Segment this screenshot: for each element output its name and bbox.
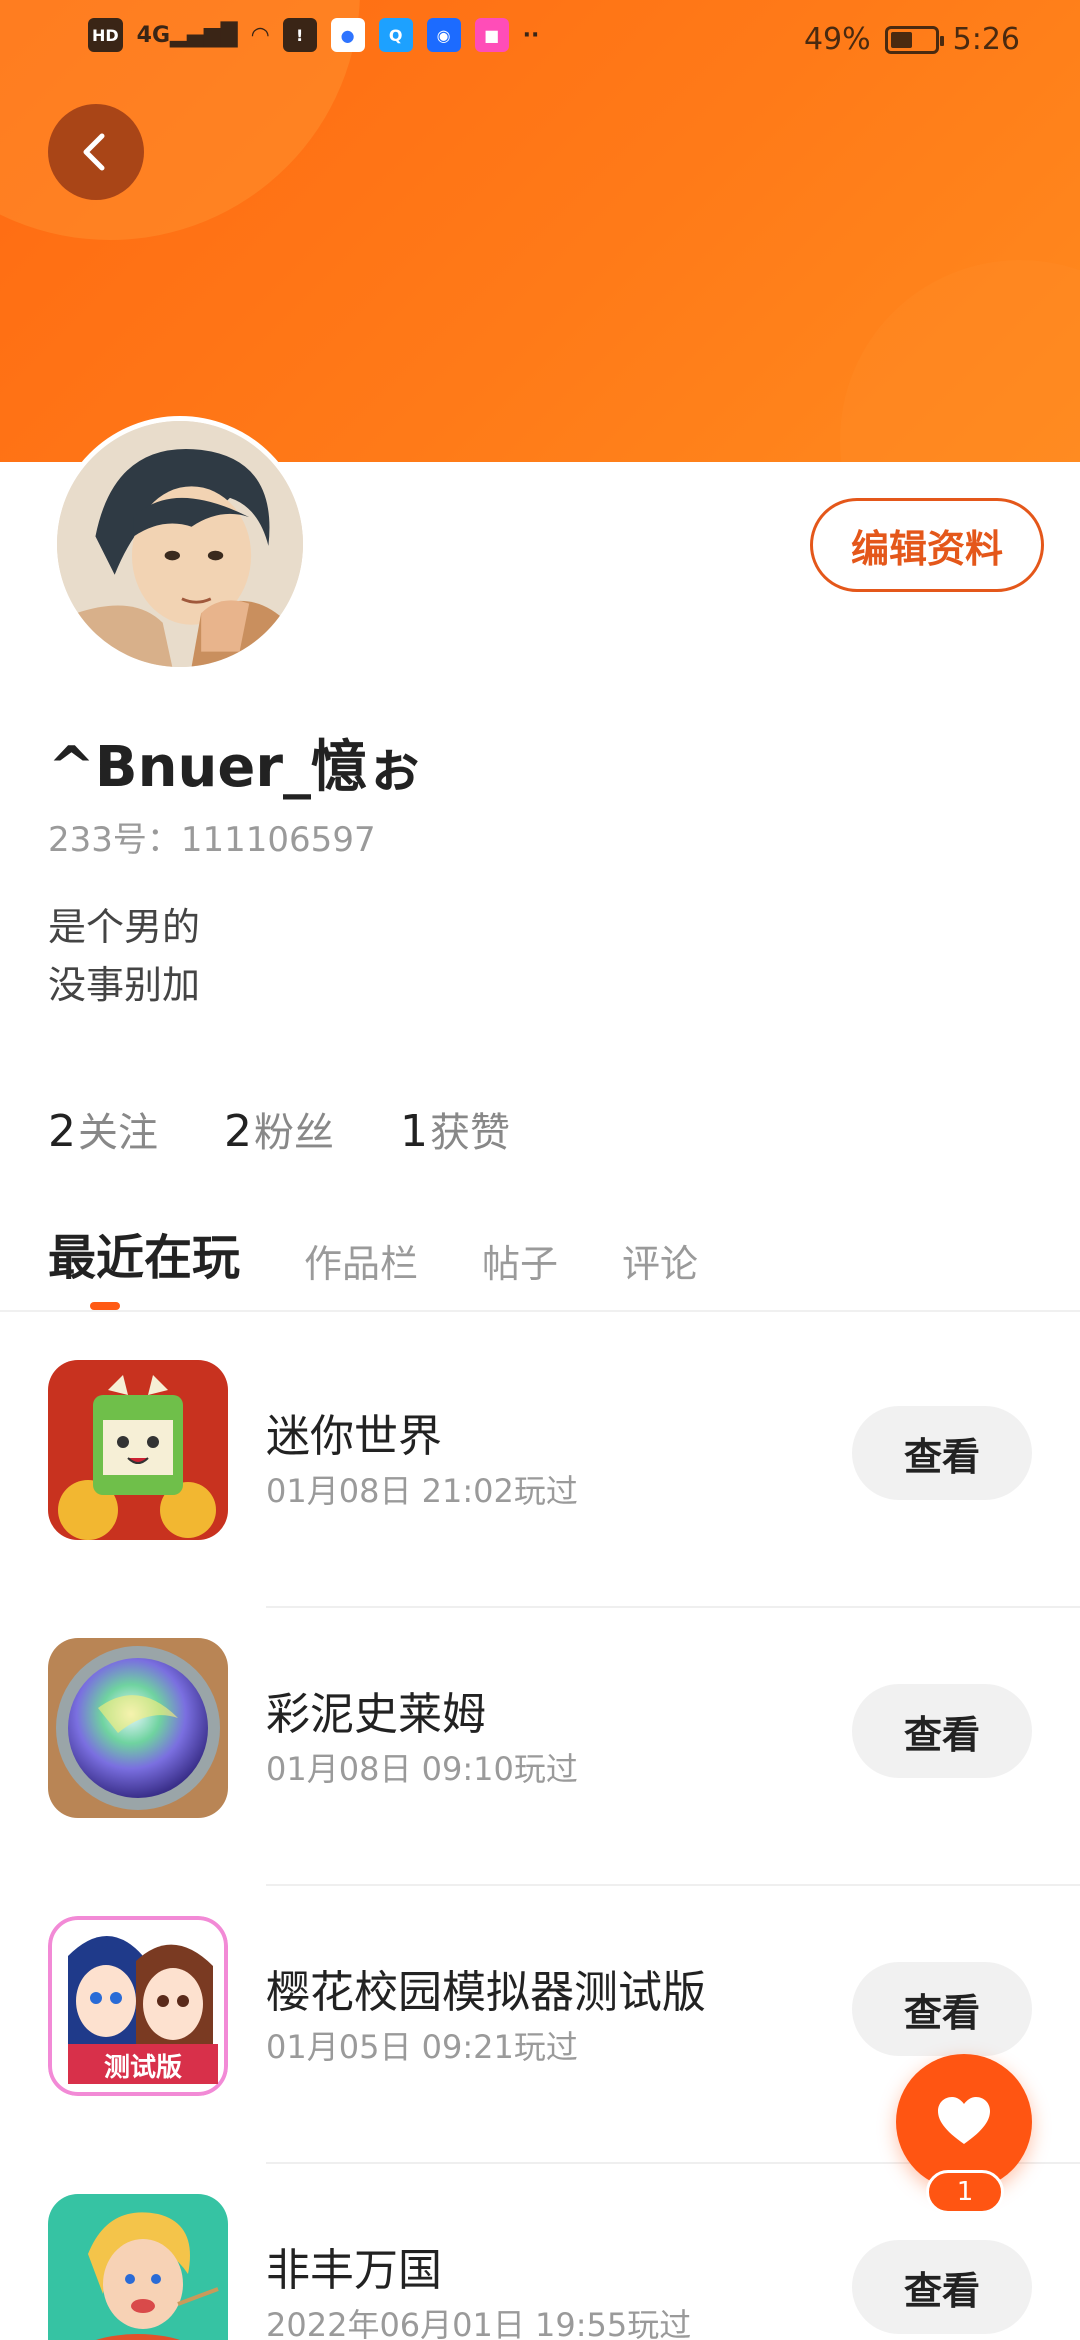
status-bar: HD 4G▂▄▆█ ◠ ! ● Q ◉ ■ ·· 49% 5:26 (0, 0, 1080, 80)
chevron-left-icon (83, 133, 105, 171)
battery-icon (884, 25, 944, 54)
game-name: 非丰万国 (266, 2245, 442, 2296)
user-id: 233号：111106597 (48, 820, 376, 860)
view-button[interactable]: 查看 (852, 1406, 1032, 1500)
back-button[interactable] (48, 104, 144, 200)
signal-icon: 4G▂▄▆█ (136, 22, 238, 48)
list-item[interactable]: 彩泥史莱姆 01月08日 09:10玩过 查看 (0, 1608, 1080, 1886)
following-stat[interactable]: 2关注 (48, 1100, 158, 1158)
view-button[interactable]: 查看 (852, 2240, 1032, 2334)
bio: 是个男的 没事别加 (48, 898, 200, 1014)
game-name: 迷你世界 (266, 1411, 442, 1462)
more-notifications-icon: ·· (522, 22, 540, 48)
username: ^Bnuer_憶ぉ (48, 735, 423, 800)
divider (0, 1310, 1080, 1312)
status-icons-right: 49% 5:26 (804, 22, 1020, 57)
bulb-app-icon: ◉ (426, 18, 461, 52)
cooking-game-icon (48, 2194, 228, 2340)
followers-stat[interactable]: 2粉丝 (224, 1100, 334, 1158)
recently-played-list: 迷你世界 01月08日 21:02玩过 查看 彩泥史莱姆 01月08日 09:1… (0, 1330, 1080, 2340)
tab-works[interactable]: 作品栏 (304, 1233, 418, 1288)
profile-tabs: 最近在玩 作品栏 帖子 评论 (48, 1218, 698, 1288)
wifi-icon: ◠ (251, 22, 269, 48)
status-icons-left: HD 4G▂▄▆█ ◠ ! ● Q ◉ ■ ·· (88, 18, 539, 52)
sakura-school-icon: 测试版 (48, 1916, 228, 2096)
paint-app-icon: ■ (474, 18, 509, 52)
alert-icon: ! (282, 18, 317, 52)
fab-count-badge: 1 (926, 2170, 1004, 2214)
view-button[interactable]: 查看 (852, 1962, 1032, 2056)
mini-world-icon (48, 1360, 228, 1540)
tab-comments[interactable]: 评论 (622, 1233, 698, 1288)
search-app-icon: Q (378, 18, 413, 52)
bio-line: 没事别加 (48, 963, 201, 1007)
avatar[interactable] (52, 416, 308, 672)
battery-percent: 49% (803, 22, 871, 57)
profile-stats: 2关注 2粉丝 1获赞 (48, 1100, 510, 1158)
view-button[interactable]: 查看 (852, 1684, 1032, 1778)
active-tab-indicator (90, 1302, 120, 1310)
hd-icon: HD (88, 18, 123, 52)
app-notification-icon: ● (330, 18, 365, 52)
played-time: 01月08日 21:02玩过 (266, 1472, 578, 1510)
played-time: 01月05日 09:21玩过 (266, 2028, 578, 2066)
header-decoration (840, 260, 1080, 462)
list-item[interactable]: 非丰万国 2022年06月01日 19:55玩过 查看 (0, 2164, 1080, 2340)
test-version-label: 测试版 (104, 2053, 182, 2083)
game-name: 彩泥史莱姆 (266, 1689, 486, 1740)
tab-posts[interactable]: 帖子 (482, 1233, 558, 1288)
edit-profile-button[interactable]: 编辑资料 (810, 498, 1044, 592)
played-time: 2022年06月01日 19:55玩过 (266, 2306, 692, 2340)
slime-icon (48, 1638, 228, 1818)
heart-icon (938, 2097, 990, 2144)
tab-recently-played[interactable]: 最近在玩 (48, 1218, 240, 1288)
bio-line: 是个男的 (48, 905, 201, 949)
played-time: 01月08日 09:10玩过 (266, 1750, 578, 1788)
list-item[interactable]: 迷你世界 01月08日 21:02玩过 查看 (0, 1330, 1080, 1608)
clock: 5:26 (952, 22, 1020, 57)
game-name: 樱花校园模拟器测试版 (266, 1967, 706, 2018)
likes-stat[interactable]: 1获赞 (400, 1100, 510, 1158)
